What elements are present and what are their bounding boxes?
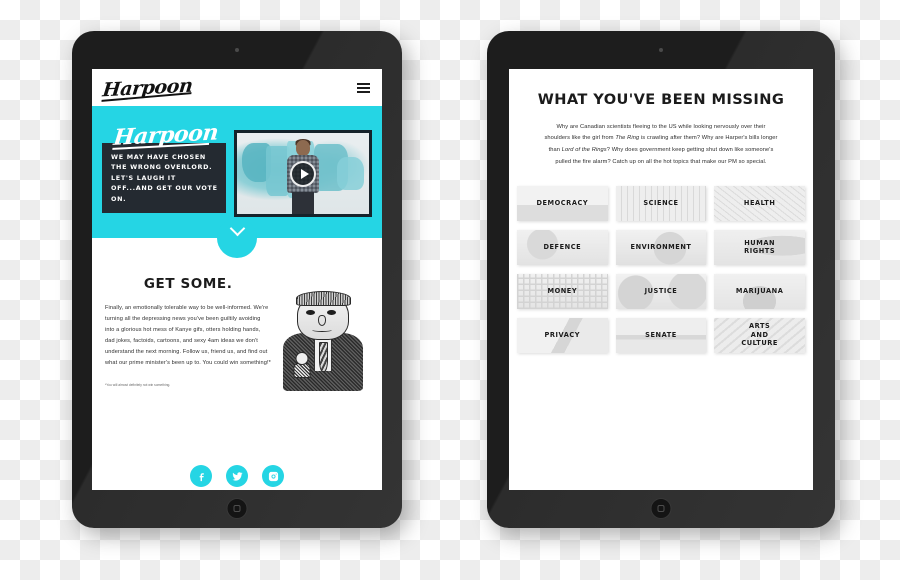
topic-tile-label: ARTS AND CULTURE	[741, 322, 778, 348]
topic-tile-label: HEALTH	[743, 198, 776, 207]
topic-tile-privacy[interactable]: PRIVACY	[517, 317, 608, 353]
topic-tile-human-rights[interactable]: HUMAN RIGHTS	[714, 229, 805, 265]
topic-tile-science[interactable]: SCIENCE	[615, 185, 707, 221]
get-some-title: GET SOME.	[143, 276, 233, 292]
topic-tile-defence[interactable]: DEFENCE	[517, 229, 608, 265]
topic-tile-grid: DEMOCRACY SCIENCE HEALTH DEFENCE ENVIRONMENT…	[509, 169, 813, 353]
topic-tile-label: ENVIRONMENT	[630, 242, 692, 251]
topic-tile-label: JUSTICE	[644, 286, 678, 295]
home-button[interactable]	[650, 498, 672, 519]
topic-tile-senate[interactable]: SENATE	[615, 317, 707, 353]
topic-tile-justice[interactable]: JUSTICE	[615, 273, 707, 309]
tablet-left: Harpoon Harpoon WE MAY HAVE CHOSEN THE W…	[72, 31, 402, 528]
chevron-down-icon	[229, 220, 245, 237]
topic-tile-label: SCIENCE	[643, 198, 679, 207]
hero-tagline: WE MAY HAVE CHOSEN THE WRONG OVERLORD. L…	[102, 143, 227, 213]
topic-tile-label: PRIVACY	[544, 330, 581, 339]
front-camera-icon	[235, 48, 239, 52]
facebook-icon[interactable]	[190, 465, 212, 487]
left-screen: Harpoon Harpoon WE MAY HAVE CHOSEN THE W…	[92, 69, 382, 490]
get-some-section: GET SOME. Finally, an emotionally tolera…	[92, 238, 382, 395]
topic-tile-marijuana[interactable]: MARIJUANA	[714, 273, 805, 309]
harpoon-logo[interactable]: Harpoon	[101, 75, 193, 102]
hamburger-icon[interactable]	[357, 82, 370, 93]
topic-tile-label: SENATE	[645, 330, 677, 339]
front-camera-icon	[659, 48, 663, 52]
home-button[interactable]	[226, 498, 248, 519]
topic-tile-arts-and-culture[interactable]: ARTS AND CULTURE	[714, 317, 805, 353]
topic-tile-health[interactable]: HEALTH	[714, 185, 805, 221]
topic-tile-democracy[interactable]: DEMOCRACY	[517, 185, 608, 221]
hero-harpoon-logo: Harpoon	[112, 119, 228, 151]
topic-tile-environment[interactable]: ENVIRONMENT	[615, 229, 707, 265]
page-title: WHAT YOU'VE BEEN MISSING	[537, 91, 785, 108]
play-icon[interactable]	[290, 160, 317, 187]
topic-tile-label: DEMOCRACY	[536, 198, 589, 207]
social-links	[92, 465, 382, 490]
hero-video[interactable]	[234, 130, 372, 217]
politician-caricature-illustration	[277, 290, 369, 395]
site-navbar: Harpoon	[92, 69, 382, 106]
hero-section: Harpoon WE MAY HAVE CHOSEN THE WRONG OVE…	[92, 106, 382, 258]
topic-tile-money[interactable]: MONEY	[517, 273, 608, 309]
right-screen: WHAT YOU'VE BEEN MISSING Why are Canadia…	[509, 69, 813, 490]
topic-tile-label: DEFENCE	[543, 242, 582, 251]
topic-tile-label: HUMAN RIGHTS	[744, 238, 776, 256]
get-some-body: Finally, an emotionally tolerable way to…	[105, 305, 271, 366]
topic-tile-label: MONEY	[547, 286, 578, 295]
instagram-icon[interactable]	[262, 465, 284, 487]
get-some-footnote: *You will almost definitely not win some…	[105, 383, 171, 388]
twitter-icon[interactable]	[226, 465, 248, 487]
tablet-right: WHAT YOU'VE BEEN MISSING Why are Canadia…	[487, 31, 835, 528]
topic-tile-label: MARIJUANA	[735, 286, 784, 295]
page-intro-text: Why are Canadian scientists fleeing to t…	[544, 123, 778, 165]
scroll-down-button[interactable]	[217, 218, 257, 258]
